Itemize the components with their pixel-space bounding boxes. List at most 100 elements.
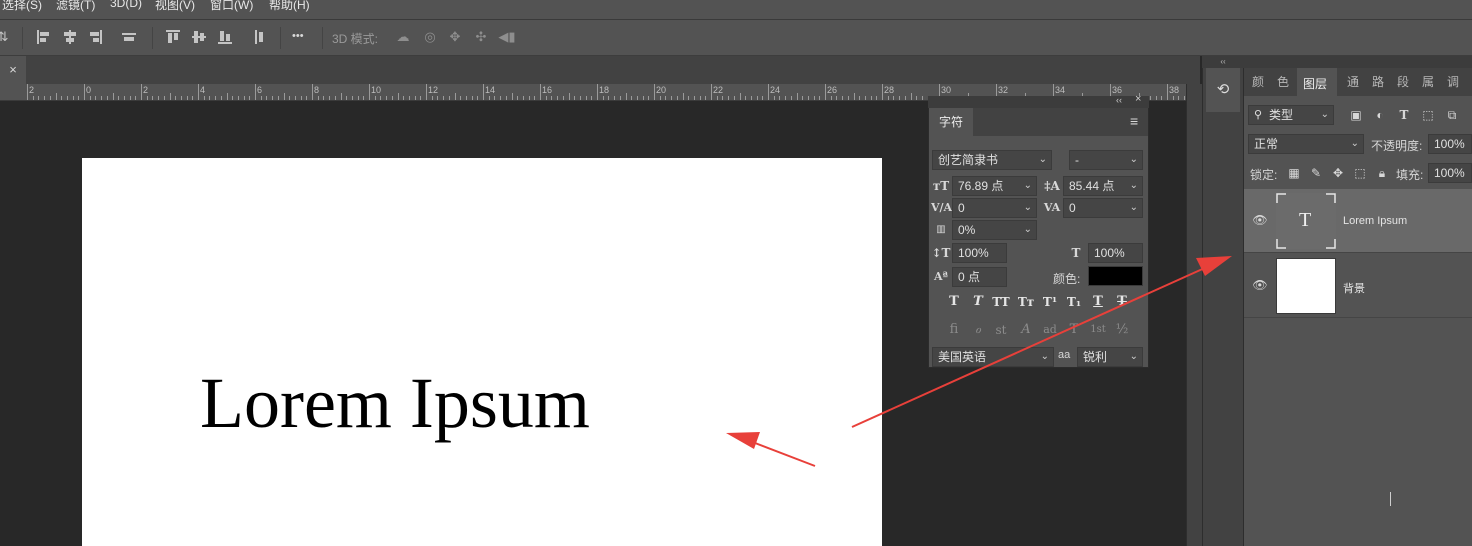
antialias-icon: aa xyxy=(1058,349,1071,361)
tool-options-icon[interactable]: ⇅ xyxy=(0,28,12,46)
contextual-alternates-button[interactable]: ℴ xyxy=(967,321,989,339)
strikethrough-button[interactable]: T xyxy=(1111,293,1133,311)
eye-visibility-icon[interactable]: 👁︎ xyxy=(1252,213,1268,227)
faux-italic-button[interactable]: T xyxy=(967,293,989,311)
dock-collapse-icon[interactable]: ‹‹ xyxy=(1202,56,1244,68)
layer-name[interactable]: 背景 xyxy=(1343,280,1365,296)
menu-select[interactable]: 选择(S) xyxy=(2,0,42,13)
opacity-input[interactable]: 100% xyxy=(1428,134,1472,154)
superscript-button[interactable]: T¹ xyxy=(1039,293,1061,311)
scale-3d-icon[interactable]: ◀▮ xyxy=(498,28,516,46)
align-horizontal-centers-icon[interactable] xyxy=(63,30,77,44)
font-size-input[interactable]: 76.89 点 ⌄ xyxy=(952,176,1037,196)
tab-properties[interactable]: 属 xyxy=(1422,68,1442,96)
eye-visibility-icon[interactable]: 👁︎ xyxy=(1252,278,1268,292)
stylistic-alternates-button[interactable]: ad xyxy=(1039,321,1061,339)
tab-layers[interactable]: 图层 xyxy=(1297,68,1337,96)
panel-close-icon[interactable]: × xyxy=(1135,93,1141,105)
horizontal-scale-input[interactable]: 100% xyxy=(1088,243,1143,263)
smart-object-filter-icon[interactable]: ⧉ xyxy=(1444,107,1460,123)
ordinals-button[interactable]: 1st xyxy=(1087,321,1109,339)
layer-filter-select[interactable]: ⚲ 类型 ⌄ xyxy=(1248,105,1334,125)
tab-paths[interactable]: 路 xyxy=(1372,68,1392,96)
ruler-minor-tick xyxy=(129,96,131,100)
document-canvas[interactable] xyxy=(82,158,882,546)
fill-input[interactable]: 100% xyxy=(1428,163,1472,183)
ruler-minor-tick xyxy=(89,96,91,100)
ruler-minor-tick xyxy=(431,96,433,100)
tab-adjustments[interactable]: 调 xyxy=(1447,68,1467,96)
menu-help[interactable]: 帮助(H) xyxy=(269,0,310,13)
orbit-3d-icon[interactable]: ☁ xyxy=(394,28,412,46)
distribute-vertical-icon[interactable] xyxy=(252,30,266,44)
layer-row-background[interactable]: 👁︎ 背景 xyxy=(1244,254,1472,318)
image-filter-icon[interactable]: ▣ xyxy=(1348,107,1364,123)
kerning-input[interactable]: 0 ⌄ xyxy=(952,198,1037,218)
panel-menu-icon[interactable]: ≡ xyxy=(1130,113,1138,129)
tab-swatches[interactable]: 色 xyxy=(1277,68,1297,96)
ruler-minor-tick xyxy=(454,93,456,100)
menu-window[interactable]: 窗口(W) xyxy=(210,0,253,13)
canvas-text-layer[interactable]: Lorem Ipsum xyxy=(200,362,590,445)
slide-3d-icon[interactable]: ✣ xyxy=(472,28,490,46)
character-panel-tabstrip: ≡ xyxy=(973,108,1148,136)
tab-color[interactable]: 颜 xyxy=(1252,68,1272,96)
text-color-swatch[interactable] xyxy=(1088,266,1143,286)
underline-button[interactable]: T xyxy=(1087,293,1109,311)
tab-paragraph[interactable]: 段 xyxy=(1397,68,1417,96)
panel-collapse-icon[interactable]: ‹‹ xyxy=(1116,95,1122,105)
lock-artboard-icon[interactable]: ⬚ xyxy=(1352,165,1368,181)
shape-filter-icon[interactable]: ⬚ xyxy=(1420,107,1436,123)
language-select[interactable]: 美国英语 ⌄ xyxy=(932,347,1054,367)
pan-3d-icon[interactable]: ✥ xyxy=(446,28,464,46)
swash-button[interactable]: A xyxy=(1015,321,1037,339)
all-caps-button[interactable]: TT xyxy=(990,293,1012,311)
font-family-select[interactable]: 创艺简隶书 ⌄ xyxy=(932,150,1052,170)
blend-mode-select[interactable]: 正常 ⌄ xyxy=(1248,134,1364,154)
menu-3d[interactable]: 3D(D) xyxy=(110,0,142,10)
lock-all-icon[interactable]: 🔒︎ xyxy=(1374,165,1390,181)
faux-bold-button[interactable]: T xyxy=(943,293,965,311)
ruler-minor-tick xyxy=(579,96,581,100)
history-icon[interactable]: ⟲ xyxy=(1214,80,1232,100)
ruler-minor-tick xyxy=(32,96,34,100)
lock-transparent-pixels-icon[interactable]: ▦ xyxy=(1286,165,1302,181)
discretionary-ligatures-button[interactable]: st xyxy=(990,321,1012,339)
tab-channels[interactable]: 通 xyxy=(1347,68,1367,96)
vertical-scrollbar[interactable] xyxy=(1186,84,1202,546)
fractions-button[interactable]: ½ xyxy=(1111,321,1133,339)
roll-3d-icon[interactable]: ◎ xyxy=(421,28,439,46)
ruler-minor-tick xyxy=(836,96,838,100)
menu-view[interactable]: 视图(V) xyxy=(155,0,195,13)
tsume-input[interactable]: 0% ⌄ xyxy=(952,220,1037,240)
type-filter-icon[interactable]: T xyxy=(1396,107,1412,123)
baseline-shift-input[interactable]: 0 点 xyxy=(952,267,1007,287)
align-left-edges-icon[interactable] xyxy=(37,30,51,44)
leading-input[interactable]: 85.44 点 ⌄ xyxy=(1063,176,1143,196)
layer-name[interactable]: Lorem Ipsum xyxy=(1343,215,1407,227)
align-top-edges-icon[interactable] xyxy=(166,30,180,44)
ruler-minor-tick xyxy=(186,96,188,100)
small-caps-button[interactable]: Tт xyxy=(1015,293,1037,311)
align-right-edges-icon[interactable] xyxy=(88,30,102,44)
font-style-select[interactable]: - ⌄ xyxy=(1069,150,1143,170)
menu-filter[interactable]: 滤镜(T) xyxy=(56,0,95,13)
titling-alternates-button[interactable]: T xyxy=(1063,321,1085,339)
vertical-scale-input[interactable]: 100% xyxy=(952,243,1007,263)
more-options-button[interactable]: ••• xyxy=(292,30,304,42)
align-bottom-edges-icon[interactable] xyxy=(218,30,232,44)
lock-position-icon[interactable]: ✥ xyxy=(1330,165,1346,181)
lock-image-pixels-icon[interactable]: ✎ xyxy=(1308,165,1324,181)
antialias-select[interactable]: 锐利 ⌄ xyxy=(1077,347,1143,367)
layer-row-text[interactable]: 👁︎ T Lorem Ipsum xyxy=(1244,189,1472,253)
distribute-horizontal-icon[interactable] xyxy=(122,30,136,44)
adjustment-filter-icon[interactable]: ◐ xyxy=(1372,107,1388,123)
tracking-input[interactable]: 0 ⌄ xyxy=(1063,198,1143,218)
document-tab-close-icon[interactable]: × xyxy=(0,56,26,84)
standard-ligatures-button[interactable]: fi xyxy=(943,321,965,339)
subscript-button[interactable]: T₁ xyxy=(1063,293,1085,311)
tab-character[interactable]: 字符 xyxy=(929,108,973,136)
ruler-minor-tick xyxy=(631,96,633,100)
horizontal-scale-icon: T xyxy=(1071,246,1081,260)
align-vertical-centers-icon[interactable] xyxy=(192,30,206,44)
